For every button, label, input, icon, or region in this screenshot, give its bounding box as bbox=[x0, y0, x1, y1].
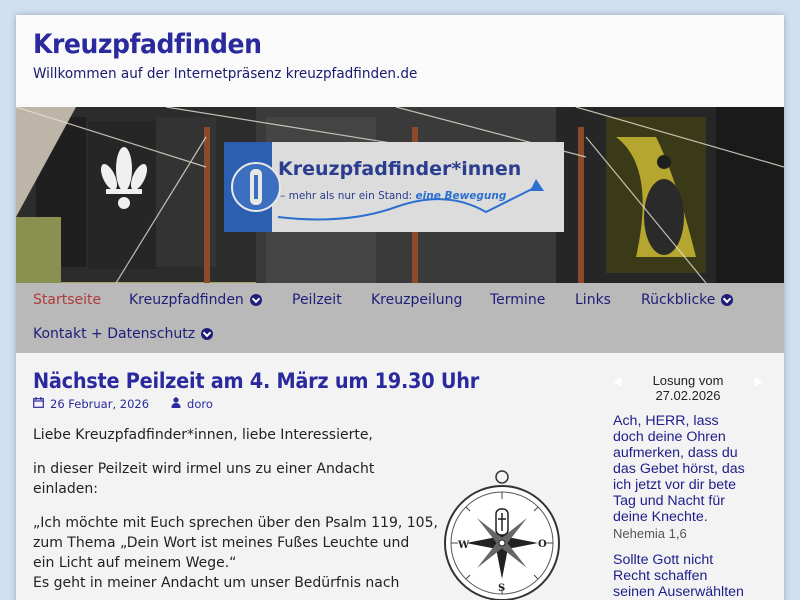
site-description: Willkommen auf der Internetpräsenz kreuz… bbox=[33, 66, 418, 82]
chevron-down-icon bbox=[249, 294, 262, 306]
text-line: ein Licht auf meinem Wege.“ bbox=[33, 555, 237, 571]
verse-line: Sollte Gott nicht bbox=[613, 552, 714, 568]
text-line: zum Thema „Dein Wort ist meines Fußes Le… bbox=[33, 535, 410, 551]
text-line: „Ich möchte mit Euch sprechen über den P… bbox=[33, 515, 438, 531]
nav-item-label: Links bbox=[575, 292, 611, 308]
post-content: Nächste Peilzeit am 4. März um 19.30 Uhr… bbox=[33, 369, 593, 600]
banner-sign-title: Kreuzpfadfinder*innen bbox=[278, 158, 521, 180]
nav-item-rueckblicke[interactable]: Rückblicke bbox=[641, 292, 734, 308]
verse-line: Ach, HERR, lass bbox=[613, 413, 719, 429]
chevron-down-icon bbox=[721, 294, 734, 306]
nav-item-termine[interactable]: Termine bbox=[490, 292, 545, 308]
site-header: Kreuzpfadfinden Willkommen auf der Inter… bbox=[16, 15, 784, 107]
header-banner-image: Kreuzpfadfinder*innen – mehr als nur ein… bbox=[16, 107, 784, 283]
banner-sign-tagline: – mehr als nur ein Stand: eine Bewegung bbox=[280, 190, 507, 202]
verse-line: aufmerken, dass du bbox=[613, 445, 738, 461]
losung-verse-2: Sollte Gott nicht Recht schaffen seinen … bbox=[613, 552, 763, 600]
text-line: Es geht in meiner Andacht um unser Bedür… bbox=[33, 575, 400, 591]
losung-widget: ◀ Losung vom 27.02.2026 ▶ Ach, HERR, las… bbox=[613, 373, 763, 600]
calendar-icon bbox=[33, 397, 44, 411]
compass-image: W O S bbox=[439, 469, 565, 600]
text-line: in dieser Peilzeit wird irmel uns zu ein… bbox=[33, 461, 375, 477]
post-author[interactable]: doro bbox=[187, 397, 213, 411]
verse-line: doch deine Ohren bbox=[613, 429, 726, 445]
main-navigation: Startseite Kreuzpfadfinden Peilzeit Kreu… bbox=[16, 283, 784, 353]
post-meta: 26 Februar, 2026 doro bbox=[33, 397, 593, 411]
losung-verse-1: Ach, HERR, lass doch deine Ohren aufmerk… bbox=[613, 413, 763, 525]
nav-item-label: Termine bbox=[490, 292, 546, 308]
nav-item-kontakt-datenschutz[interactable]: Kontakt + Datenschutz bbox=[33, 326, 214, 342]
chevron-down-icon bbox=[201, 328, 214, 340]
losung-label: Losung vom bbox=[652, 373, 724, 388]
post-title[interactable]: Nächste Peilzeit am 4. März um 19.30 Uhr bbox=[33, 369, 548, 393]
nav-item-kreuzpfadfinden[interactable]: Kreuzpfadfinden bbox=[129, 292, 262, 308]
compass-s-label: S bbox=[498, 583, 505, 594]
losung-header: ◀ Losung vom 27.02.2026 ▶ bbox=[613, 373, 763, 403]
nav-item-peilzeit[interactable]: Peilzeit bbox=[292, 292, 342, 308]
verse-line: deine Knechte. bbox=[613, 509, 708, 525]
post-paragraph-1: Liebe Kreuzpfadfinder*innen, liebe Inter… bbox=[33, 427, 373, 443]
nav-item-kreuzpeilung[interactable]: Kreuzpeilung bbox=[371, 292, 462, 308]
nav-item-label: Kontakt + Datenschutz bbox=[33, 326, 196, 342]
user-icon bbox=[171, 397, 181, 411]
banner-sign: Kreuzpfadfinder*innen – mehr als nur ein… bbox=[224, 142, 564, 232]
verse-line: ich jetzt vor dir bete bbox=[613, 477, 737, 493]
nav-item-label: Rückblicke bbox=[641, 292, 716, 308]
losung-date: 27.02.2026 bbox=[655, 388, 721, 403]
nav-item-label: Peilzeit bbox=[292, 292, 342, 308]
compass-o-label: O bbox=[538, 539, 547, 550]
page: Kreuzpfadfinden Willkommen auf der Inter… bbox=[16, 15, 784, 600]
site-title[interactable]: Kreuzpfadfinden bbox=[33, 29, 262, 60]
losung-reference[interactable]: Nehemia 1,6 bbox=[613, 525, 763, 542]
arrow-right-icon[interactable]: ▶ bbox=[755, 375, 763, 390]
verse-line: Recht schaffen bbox=[613, 568, 708, 584]
compass-w-label: W bbox=[457, 540, 470, 551]
nav-item-label: Startseite bbox=[33, 292, 102, 308]
verse-line: das Gebet hörst, das bbox=[613, 461, 745, 477]
text-line: einladen: bbox=[33, 481, 98, 497]
verse-line: Tag und Nacht für bbox=[613, 493, 725, 509]
nav-item-startseite[interactable]: Startseite bbox=[33, 292, 101, 308]
nav-item-links[interactable]: Links bbox=[575, 292, 611, 308]
nav-item-label: Kreuzpeilung bbox=[371, 292, 463, 308]
verse-line: seinen Auserwählten bbox=[613, 584, 744, 600]
arrow-left-icon[interactable]: ◀ bbox=[613, 375, 621, 390]
nav-item-label: Kreuzpfadfinden bbox=[129, 292, 244, 308]
post-date[interactable]: 26 Februar, 2026 bbox=[50, 397, 149, 411]
